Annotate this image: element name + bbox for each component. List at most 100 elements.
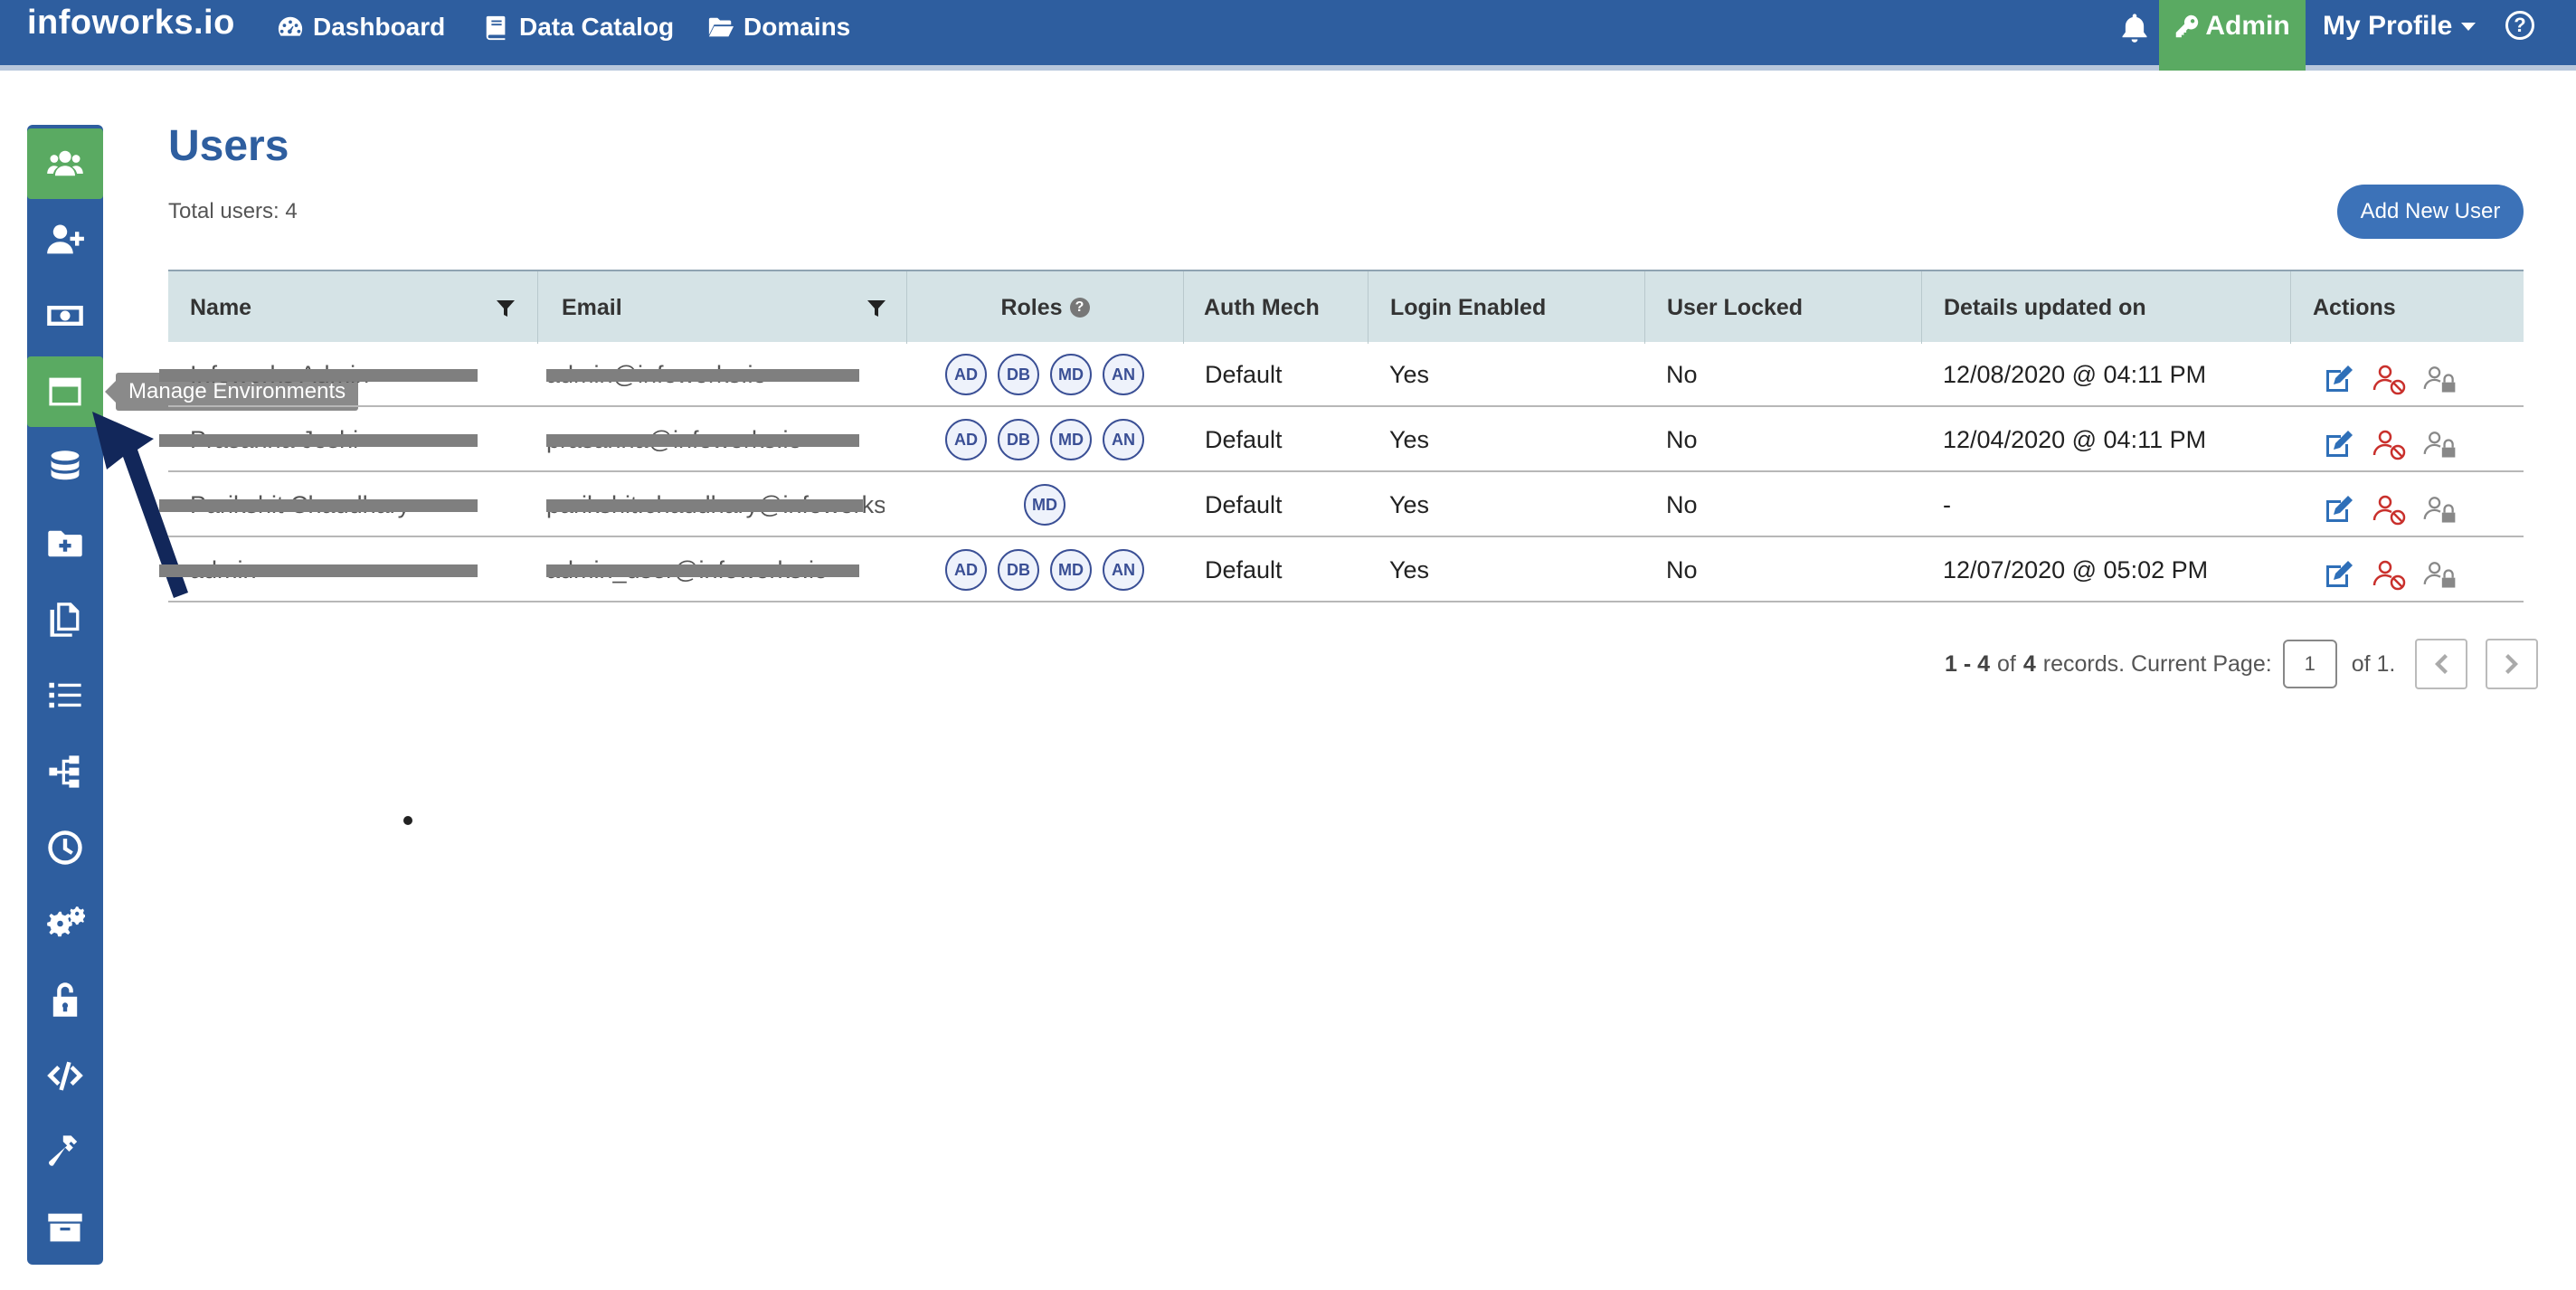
login-enabled-value: Yes [1389, 555, 1430, 583]
help-icon[interactable]: ? [2505, 11, 2534, 40]
redaction-bar [159, 499, 478, 512]
login-enabled-value: Yes [1389, 490, 1430, 518]
role-badge: AD [945, 354, 987, 395]
column-header-user-locked[interactable]: User Locked [1644, 271, 1803, 344]
lock-user-icon[interactable] [2422, 361, 2458, 397]
redaction-bar [546, 564, 859, 577]
current-page-input[interactable]: 1 [2282, 640, 2337, 688]
nav-domains[interactable]: Domains [707, 9, 850, 45]
nav-domains-label: Domains [743, 13, 851, 41]
sidebar-item-list[interactable] [27, 660, 103, 731]
disable-user-icon[interactable] [2372, 556, 2408, 593]
nav-dashboard[interactable]: Dashboard [277, 9, 445, 45]
admin-tab[interactable]: Admin [2159, 0, 2306, 71]
users-table: Name Email Roles ? Auth Mech Login Enabl… [159, 270, 2524, 602]
role-badges: MD [1024, 472, 1065, 537]
sidebar-item-users[interactable] [27, 128, 103, 199]
redaction-bar [546, 434, 859, 447]
bell-icon[interactable] [2118, 11, 2151, 43]
filter-icon[interactable] [496, 299, 516, 318]
table-header: Name Email Roles ? Auth Mech Login Enabl… [168, 270, 2524, 344]
add-user-icon [47, 224, 84, 254]
auth-mech-value: Default [1205, 425, 1283, 453]
nav-data-catalog-label: Data Catalog [519, 13, 675, 41]
disable-user-icon[interactable] [2372, 361, 2408, 397]
disable-user-icon[interactable] [2372, 426, 2408, 462]
pager-of-pages: of 1. [2351, 650, 2396, 677]
sidebar-item-schedule[interactable] [27, 812, 103, 883]
users-icon [47, 150, 83, 176]
brand-logo[interactable]: infoworks.io [27, 4, 235, 43]
row-actions [2321, 537, 2458, 602]
help-circle-icon[interactable]: ? [1069, 298, 1090, 318]
role-badge: MD [1050, 419, 1092, 460]
role-badge: MD [1050, 549, 1092, 591]
sidebar-item-archive[interactable] [27, 1192, 103, 1263]
admin-sidebar [27, 125, 103, 1265]
table-row[interactable]: Prasanna Joshi prasanna@infoworks.io ADD… [159, 407, 2524, 472]
redaction-bar [546, 369, 859, 382]
archive-icon [48, 1213, 82, 1242]
role-badge: AN [1103, 354, 1144, 395]
add-new-user-button[interactable]: Add New User [2337, 185, 2524, 239]
row-actions [2321, 342, 2458, 407]
column-header-login-enabled[interactable]: Login Enabled [1368, 271, 1546, 344]
role-badge: AN [1103, 549, 1144, 591]
sidebar-item-security[interactable] [27, 964, 103, 1035]
login-enabled-value: Yes [1389, 425, 1430, 453]
chevron-down-icon [2461, 22, 2477, 31]
pager-range: 1 - 4 [1945, 650, 1991, 677]
disable-user-icon[interactable] [2372, 491, 2408, 527]
details-updated-value: 12/08/2020 @ 04:11 PM [1943, 360, 2207, 388]
details-updated-value: - [1943, 490, 1951, 518]
table-row[interactable]: Infoworks Admin admin@infoworks.io ADDBM… [159, 342, 2524, 407]
nav-data-catalog[interactable]: Data Catalog [483, 9, 674, 45]
sitemap-icon [49, 755, 80, 788]
sidebar-item-tools[interactable] [27, 1116, 103, 1187]
lock-user-icon[interactable] [2422, 491, 2458, 527]
redaction-bar [159, 369, 478, 382]
database-icon [51, 451, 80, 480]
auth-mech-value: Default [1205, 360, 1283, 388]
edit-icon[interactable] [2321, 491, 2357, 527]
table-row[interactable]: Parikshit Chaudhary parikshit.chaudhary@… [159, 472, 2524, 537]
sidebar-item-add-user[interactable] [27, 204, 103, 275]
hammer-icon [49, 1135, 78, 1166]
role-badge: DB [998, 354, 1039, 395]
role-badge: DB [998, 419, 1039, 460]
book-icon [486, 15, 506, 41]
prev-page-button[interactable] [2415, 639, 2468, 689]
table-row[interactable]: admin admin_user@infoworks.io ADDBMDAN D… [159, 537, 2524, 602]
edit-icon[interactable] [2321, 426, 2357, 462]
total-users-text: Total users: 4 [168, 199, 298, 223]
details-updated-value: 12/07/2020 @ 05:02 PM [1943, 555, 2209, 583]
role-badge: MD [1050, 354, 1092, 395]
filter-icon[interactable] [867, 299, 886, 318]
folder-open-icon [708, 17, 734, 37]
sidebar-item-hierarchy[interactable] [27, 736, 103, 807]
my-profile-dropdown[interactable]: My Profile [2323, 11, 2477, 42]
column-header-email[interactable]: Email [537, 271, 622, 344]
login-enabled-value: Yes [1389, 360, 1430, 388]
sidebar-item-code[interactable] [27, 1040, 103, 1111]
row-actions [2321, 407, 2458, 472]
next-page-button[interactable] [2486, 639, 2539, 689]
my-profile-label: My Profile [2323, 11, 2453, 41]
folder-plus-icon [48, 530, 82, 557]
lock-user-icon[interactable] [2422, 556, 2458, 593]
column-header-auth-mech[interactable]: Auth Mech [1183, 271, 1320, 344]
edit-icon[interactable] [2321, 361, 2357, 397]
roles-header-label: Roles [1000, 294, 1063, 320]
auth-mech-value: Default [1205, 490, 1283, 518]
sidebar-item-settings[interactable] [27, 888, 103, 959]
sidebar-item-billing[interactable] [27, 280, 103, 351]
role-badge: AD [945, 549, 987, 591]
row-actions [2321, 472, 2458, 537]
environment-window-icon [49, 377, 81, 406]
column-header-name[interactable]: Name [190, 271, 251, 344]
money-icon [47, 306, 83, 326]
column-header-details-updated[interactable]: Details updated on [1921, 271, 2146, 344]
lock-user-icon[interactable] [2422, 426, 2458, 462]
edit-icon[interactable] [2321, 556, 2357, 593]
chevron-left-icon [2435, 654, 2448, 674]
